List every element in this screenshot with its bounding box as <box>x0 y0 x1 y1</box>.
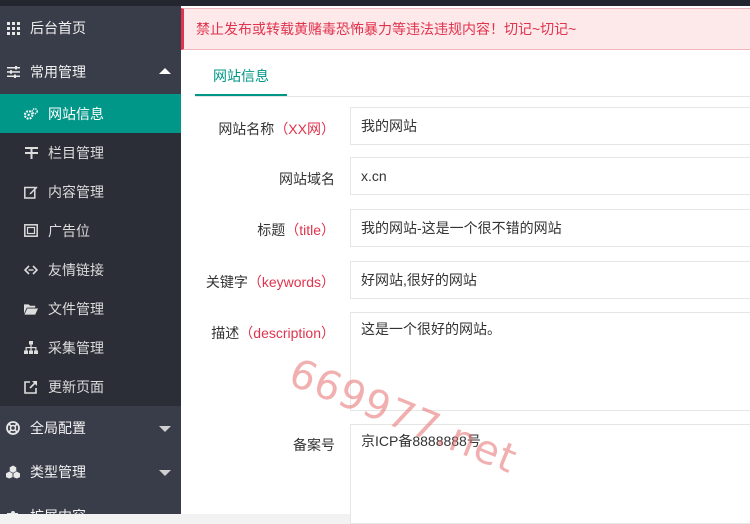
tab-bar: 网站信息 <box>195 56 750 97</box>
icp-textarea[interactable]: 京ICP备8888888号 <box>350 424 750 524</box>
nav-label: 后台首页 <box>30 20 86 36</box>
domain-label: 网站域名 <box>279 171 335 187</box>
description-textarea[interactable]: 这是一个很好的网站。 <box>350 312 750 411</box>
sliders-icon <box>6 65 20 79</box>
edit-icon <box>24 185 38 199</box>
nav-label: 网站信息 <box>48 105 104 122</box>
warning-alert: 禁止发布或转载黄赌毒恐怖暴力等违法违规内容！切记~切记~ <box>181 8 750 50</box>
domain-input[interactable]: x.cn <box>350 157 750 195</box>
puzzle-icon <box>6 509 20 514</box>
description-label: 描述（description） <box>211 325 335 341</box>
title-label: 标题（title） <box>257 222 335 238</box>
nav-update-pages[interactable]: 更新页面 <box>0 367 181 406</box>
title-input[interactable]: 我的网站-这是一个很不错的网站 <box>350 209 750 247</box>
nav-label: 栏目管理 <box>48 144 104 161</box>
tab-site-info[interactable]: 网站信息 <box>195 56 287 96</box>
nav-label: 扩展内容 <box>30 506 86 514</box>
nav-label: 更新页面 <box>48 378 104 395</box>
nav-dashboard[interactable]: 后台首页 <box>0 6 181 50</box>
main-content: 禁止发布或转载黄赌毒恐怖暴力等违法违规内容！切记~切记~ 网站信息 网站名称（X… <box>181 6 750 524</box>
nav-label: 友情链接 <box>48 261 104 278</box>
icp-label: 备案号 <box>293 437 335 453</box>
external-link-icon <box>24 380 38 394</box>
nav-label: 广告位 <box>48 222 90 239</box>
nav-column-management[interactable]: 栏目管理 <box>0 133 181 172</box>
caret-down-icon <box>159 470 171 476</box>
nav-file-management[interactable]: 文件管理 <box>0 289 181 328</box>
caret-down-icon <box>159 426 171 432</box>
nav-common-management[interactable]: 常用管理 <box>0 50 181 94</box>
nav-label: 常用管理 <box>30 64 86 80</box>
nav-global-config[interactable]: 全局配置 <box>0 406 181 450</box>
image-icon <box>24 224 38 238</box>
nav-label: 文件管理 <box>48 300 104 317</box>
cubes-icon <box>6 465 20 479</box>
caret-up-icon <box>159 68 171 74</box>
nav-collection-management[interactable]: 采集管理 <box>0 328 181 367</box>
cogs-icon <box>24 107 38 121</box>
nav-label: 类型管理 <box>30 464 86 480</box>
site-name-input[interactable]: 我的网站 <box>350 107 750 145</box>
nav-friend-links[interactable]: 友情链接 <box>0 250 181 289</box>
grid-icon <box>6 21 20 35</box>
nav-site-info[interactable]: 网站信息 <box>0 94 181 133</box>
sidebar: 后台首页 常用管理 网站信息 栏目管理 内容管理 广告位 友情链接 文件管理 采… <box>0 6 181 514</box>
nav-extended-content[interactable]: 扩展内容 <box>0 494 181 514</box>
folder-open-icon <box>24 302 38 316</box>
nav-content-management[interactable]: 内容管理 <box>0 172 181 211</box>
site-name-label: 网站名称（XX网） <box>218 121 335 137</box>
nav-label: 采集管理 <box>48 339 104 356</box>
nav-type-management[interactable]: 类型管理 <box>0 450 181 494</box>
link-icon <box>24 263 38 277</box>
columns-icon <box>24 146 38 160</box>
keywords-input[interactable]: 好网站,很好的网站 <box>350 261 750 299</box>
lifebuoy-icon <box>6 421 20 435</box>
nav-ad-slots[interactable]: 广告位 <box>0 211 181 250</box>
nav-label: 全局配置 <box>30 420 86 436</box>
sitemap-icon <box>24 341 38 355</box>
keywords-label: 关键字（keywords） <box>205 274 335 290</box>
nav-label: 内容管理 <box>48 183 104 200</box>
